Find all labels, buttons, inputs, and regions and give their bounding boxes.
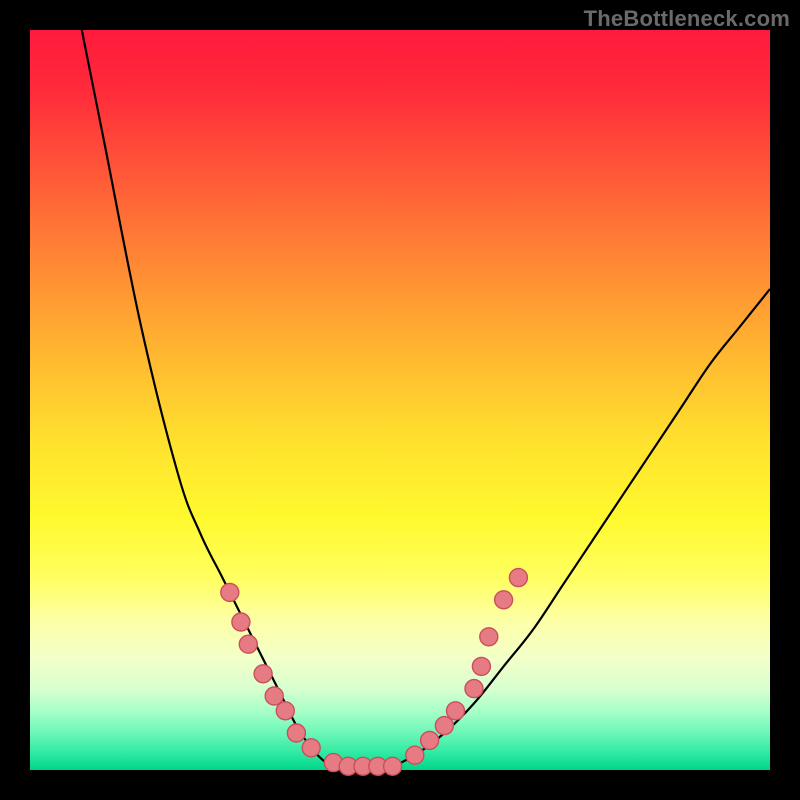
plot-area <box>30 30 770 770</box>
watermark-text: TheBottleneck.com <box>584 6 790 32</box>
data-marker <box>276 702 294 720</box>
series-group <box>82 30 770 770</box>
data-marker <box>239 635 257 653</box>
data-marker <box>287 724 305 742</box>
data-marker <box>480 628 498 646</box>
data-marker <box>465 680 483 698</box>
chart-frame: TheBottleneck.com <box>0 0 800 800</box>
data-marker <box>254 665 272 683</box>
data-marker <box>406 746 424 764</box>
curve-right-curve <box>385 289 770 770</box>
data-marker <box>472 657 490 675</box>
data-marker <box>221 583 239 601</box>
data-marker <box>302 739 320 757</box>
chart-svg <box>30 30 770 770</box>
curve-left-curve <box>82 30 341 770</box>
data-marker <box>495 591 513 609</box>
marker-group <box>221 569 528 776</box>
data-marker <box>435 717 453 735</box>
data-marker <box>265 687 283 705</box>
data-marker <box>232 613 250 631</box>
data-marker <box>421 731 439 749</box>
data-marker <box>509 569 527 587</box>
data-marker <box>384 757 402 775</box>
data-marker <box>447 702 465 720</box>
